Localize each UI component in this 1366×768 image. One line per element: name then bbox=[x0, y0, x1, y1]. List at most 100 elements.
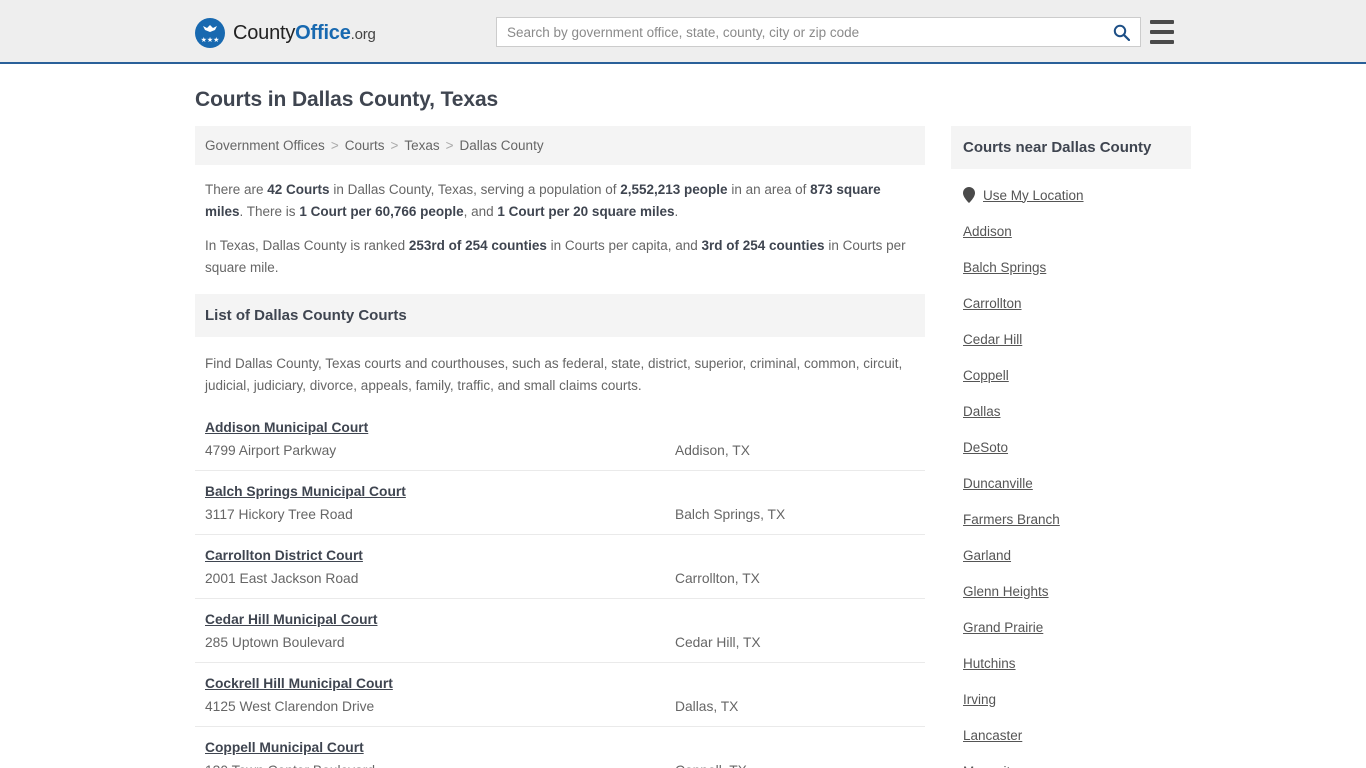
breadcrumb-separator: > bbox=[390, 138, 399, 153]
list-section-heading: List of Dallas County Courts bbox=[195, 294, 925, 338]
sidebar-city-link[interactable]: Glenn Heights bbox=[963, 584, 1049, 599]
page-title: Courts in Dallas County, Texas bbox=[195, 88, 499, 111]
sidebar-city-links: Addison Balch Springs Carrollton Cedar Hill… bbox=[963, 213, 1179, 768]
hamburger-menu-icon-bar-3 bbox=[1150, 40, 1174, 44]
sidebar-item-mesquite[interactable]: Mesquite bbox=[963, 753, 1179, 768]
sidebar-item-hutchins[interactable]: Hutchins bbox=[963, 645, 1179, 681]
site-header: ★★★ CountyOffice.org bbox=[0, 0, 1366, 64]
statistic-text: . bbox=[674, 203, 679, 219]
court-info: Addison Municipal Court 4799 Airport Park… bbox=[205, 419, 675, 458]
sidebar-city-link[interactable]: Cedar Hill bbox=[963, 332, 1022, 347]
sidebar-city-link[interactable]: Balch Springs bbox=[963, 260, 1046, 275]
breadcrumb-item-texas[interactable]: Texas bbox=[404, 138, 439, 153]
court-info: Cedar Hill Municipal Court 285 Uptown Bou… bbox=[205, 611, 675, 650]
sidebar-item-coppell[interactable]: Coppell bbox=[963, 357, 1179, 393]
sidebar-item-dallas[interactable]: Dallas bbox=[963, 393, 1179, 429]
hamburger-menu-icon-bar-1 bbox=[1150, 20, 1174, 24]
sidebar-item-use-my-location[interactable]: Use My Location bbox=[963, 177, 1179, 213]
breadcrumb-separator: > bbox=[445, 138, 454, 153]
site-logo[interactable]: ★★★ CountyOffice.org bbox=[195, 18, 376, 48]
court-list-item: Balch Springs Municipal Court 3117 Hickor… bbox=[195, 471, 925, 536]
sidebar-city-link[interactable]: Irving bbox=[963, 692, 996, 707]
sidebar-item-grand-prairie[interactable]: Grand Prairie bbox=[963, 609, 1179, 645]
statistic-text: in an area of bbox=[727, 182, 811, 197]
court-list-item: Cockrell Hill Municipal Court 4125 West C… bbox=[195, 663, 925, 728]
court-list: Addison Municipal Court 4799 Airport Park… bbox=[195, 407, 925, 768]
breadcrumb-item-dallas-county[interactable]: Dallas County bbox=[460, 138, 544, 153]
court-info: Coppell Municipal Court 130 Town Center B… bbox=[205, 739, 675, 768]
sidebar-item-addison[interactable]: Addison bbox=[963, 213, 1179, 249]
search-bar[interactable] bbox=[496, 17, 1141, 47]
court-address: 4799 Airport Parkway bbox=[205, 443, 337, 459]
sidebar-item-cedar-hill[interactable]: Cedar Hill bbox=[963, 321, 1179, 357]
sidebar-item-lancaster[interactable]: Lancaster bbox=[963, 717, 1179, 753]
court-name-link[interactable]: Addison Municipal Court bbox=[205, 420, 368, 435]
statistics-paragraph-1: There are 42 Courts in Dallas County, Te… bbox=[205, 179, 915, 223]
court-address: 4125 West Clarendon Drive bbox=[205, 699, 375, 715]
search-input[interactable] bbox=[497, 18, 1102, 46]
court-info: Carrollton District Court 2001 East Jacks… bbox=[205, 547, 675, 586]
sidebar-city-link[interactable]: Duncanville bbox=[963, 476, 1033, 491]
court-address: 3117 Hickory Tree Road bbox=[205, 507, 353, 523]
content-columns: Government Offices > Courts > Texas > Dallas C… bbox=[195, 126, 1191, 768]
list-section-description: Find Dallas County, Texas courts and cou… bbox=[205, 356, 903, 394]
sidebar-city-link[interactable]: Garland bbox=[963, 548, 1011, 563]
sidebar-city-link[interactable]: Addison bbox=[963, 224, 1012, 239]
court-address: 2001 East Jackson Road bbox=[205, 571, 359, 587]
statistic-value: 1 Court per 20 square miles bbox=[497, 203, 675, 219]
sidebar: Courts near Dallas County Use My Locatio… bbox=[951, 126, 1191, 768]
court-name-link[interactable]: Cockrell Hill Municipal Court bbox=[205, 676, 393, 691]
sidebar-city-link[interactable]: Lancaster bbox=[963, 728, 1022, 743]
court-info: Balch Springs Municipal Court 3117 Hickor… bbox=[205, 483, 675, 522]
use-my-location-link[interactable]: Use My Location bbox=[983, 188, 1084, 203]
court-address: 130 Town Center Boulevard bbox=[205, 763, 675, 768]
court-list-item: Cedar Hill Municipal Court 285 Uptown Bou… bbox=[195, 599, 925, 664]
statistics-paragraph-2: In Texas, Dallas County is ranked 253rd … bbox=[205, 235, 915, 279]
court-city: Cedar Hill, TX bbox=[675, 635, 761, 651]
logo-wordmark: CountyOffice.org bbox=[233, 22, 376, 45]
sidebar-city-link[interactable]: Mesquite bbox=[963, 764, 1018, 768]
court-city: Carrollton, TX bbox=[675, 571, 760, 587]
sidebar-city-link[interactable]: Dallas bbox=[963, 404, 1001, 419]
sidebar-item-carrollton[interactable]: Carrollton bbox=[963, 285, 1179, 321]
sidebar-city-link[interactable]: Carrollton bbox=[963, 296, 1022, 311]
sidebar-item-irving[interactable]: Irving bbox=[963, 681, 1179, 717]
sidebar-item-balch-springs[interactable]: Balch Springs bbox=[963, 249, 1179, 285]
court-name-link[interactable]: Carrollton District Court bbox=[205, 548, 363, 563]
breadcrumb-item-courts[interactable]: Courts bbox=[345, 138, 385, 153]
main-column: Government Offices > Courts > Texas > Dallas C… bbox=[195, 126, 925, 768]
eagle-icon bbox=[203, 25, 217, 32]
hamburger-menu-icon-bar-2 bbox=[1150, 30, 1174, 34]
court-city: Dallas, TX bbox=[675, 699, 739, 715]
statistic-value: 3rd of 254 counties bbox=[701, 237, 825, 253]
court-address: 285 Uptown Boulevard bbox=[205, 635, 345, 651]
breadcrumb-item-government-offices[interactable]: Government Offices bbox=[205, 138, 325, 153]
court-name-link[interactable]: Coppell Municipal Court bbox=[205, 740, 364, 755]
logo-county-text: County bbox=[233, 21, 296, 44]
sidebar-item-desoto[interactable]: DeSoto bbox=[963, 429, 1179, 465]
court-name-link[interactable]: Cedar Hill Municipal Court bbox=[205, 612, 377, 627]
sidebar-city-link[interactable]: Coppell bbox=[963, 368, 1009, 383]
sidebar-item-duncanville[interactable]: Duncanville bbox=[963, 465, 1179, 501]
county-office-logo-icon: ★★★ bbox=[195, 18, 225, 48]
page-container: Courts in Dallas County, Texas Governmen… bbox=[0, 88, 1366, 768]
sidebar-city-link[interactable]: Hutchins bbox=[963, 656, 1016, 671]
statistic-text: in Dallas County, Texas, serving a popul… bbox=[329, 182, 621, 197]
hamburger-menu-button[interactable] bbox=[1150, 20, 1174, 44]
map-pin-icon bbox=[963, 187, 975, 203]
statistic-value: 42 Courts bbox=[267, 182, 330, 197]
sidebar-item-garland[interactable]: Garland bbox=[963, 537, 1179, 573]
logo-org-text: .org bbox=[350, 25, 376, 43]
statistic-text: in Courts per capita, and bbox=[546, 237, 702, 253]
court-city: Addison, TX bbox=[675, 443, 750, 459]
search-button[interactable] bbox=[1102, 18, 1140, 46]
stars-icon: ★★★ bbox=[200, 37, 220, 44]
court-name-link[interactable]: Balch Springs Municipal Court bbox=[205, 484, 406, 499]
sidebar-item-farmers-branch[interactable]: Farmers Branch bbox=[963, 501, 1179, 537]
logo-office-text: Office bbox=[295, 21, 351, 44]
sidebar-item-glenn-heights[interactable]: Glenn Heights bbox=[963, 573, 1179, 609]
sidebar-city-link[interactable]: Grand Prairie bbox=[963, 620, 1043, 635]
statistic-text: There are bbox=[205, 182, 268, 197]
sidebar-city-link[interactable]: Farmers Branch bbox=[963, 512, 1060, 527]
sidebar-city-link[interactable]: DeSoto bbox=[963, 440, 1008, 455]
